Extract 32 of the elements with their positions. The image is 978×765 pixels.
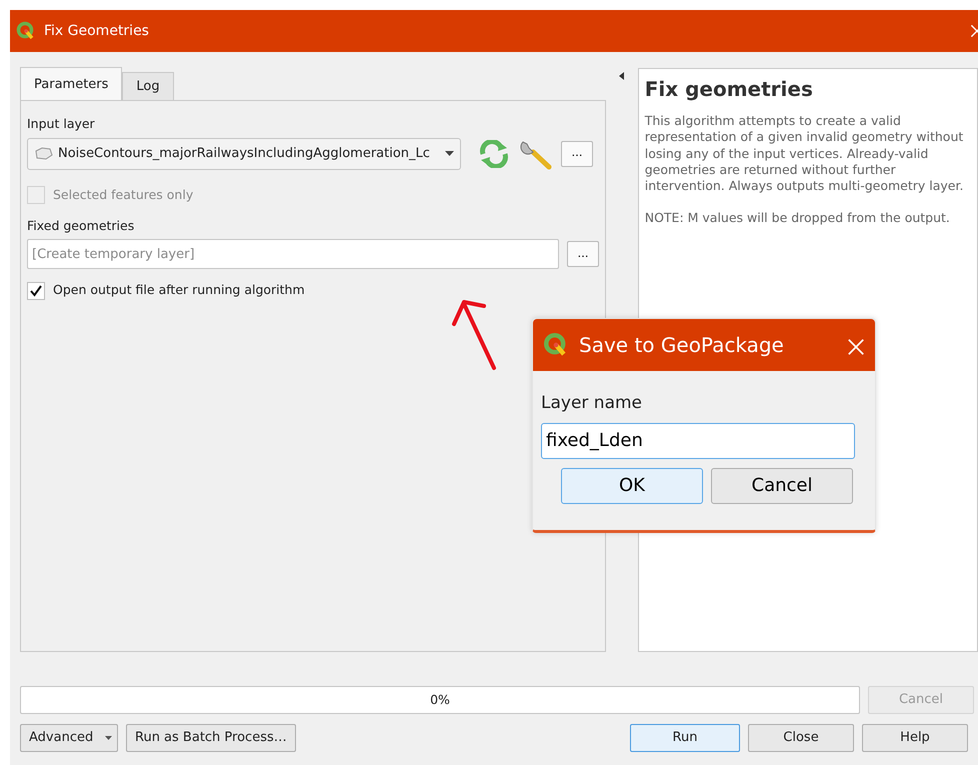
field-label: Layer name [541, 392, 644, 415]
collapse-arrow-icon[interactable] [619, 72, 624, 80]
help-text: NOTE: M values will be dropped from the output. [644, 210, 951, 226]
output-field[interactable]: [Create temporary layer] [27, 239, 559, 270]
layer-dropdown[interactable]: NoiseContours_majorRailwaysIncludingAgglomeration_Lc [27, 138, 461, 170]
checkbox-label: Open output file after running algorithm [53, 281, 305, 300]
button[interactable]: Run [630, 724, 740, 752]
button[interactable]: Cancel [711, 468, 853, 504]
progress-text: 0% [430, 690, 450, 709]
dropdown-button[interactable]: Advanced [20, 724, 118, 752]
button[interactable]: Close [748, 724, 854, 752]
dialog-title: Save to GeoPackage [579, 332, 785, 359]
caret-icon [105, 736, 112, 740]
close-icon[interactable] [847, 338, 865, 356]
button[interactable]: Help [862, 724, 968, 752]
checkbox[interactable] [27, 282, 45, 300]
button[interactable]: Run as Batch Process… [126, 724, 296, 752]
polygon-layer-icon [34, 146, 54, 161]
help-title: Fix geometries [644, 77, 814, 101]
checkbox-label: Selected features only [53, 186, 194, 204]
button[interactable]: OK [561, 468, 703, 504]
window-title: Fix Geometries [44, 22, 149, 40]
caret-icon [445, 151, 454, 156]
logo-icon [16, 21, 36, 41]
tab[interactable]: Log [122, 72, 174, 100]
tab[interactable]: Parameters [20, 66, 122, 100]
layer-name-field[interactable]: fixed_Lden [541, 422, 855, 458]
browse-button[interactable]: … [567, 241, 599, 268]
field-label: Input layer [27, 115, 96, 133]
field-label: Fixed geometries [27, 216, 136, 235]
help-text: This algorithm attempts to create a valid representation of a given invalid geometry without losing any of the input vertices. Already-valid geometries are returned without further intervention. Always outputs multi-geometry layer. [644, 113, 964, 194]
browse-button[interactable]: … [561, 140, 593, 167]
